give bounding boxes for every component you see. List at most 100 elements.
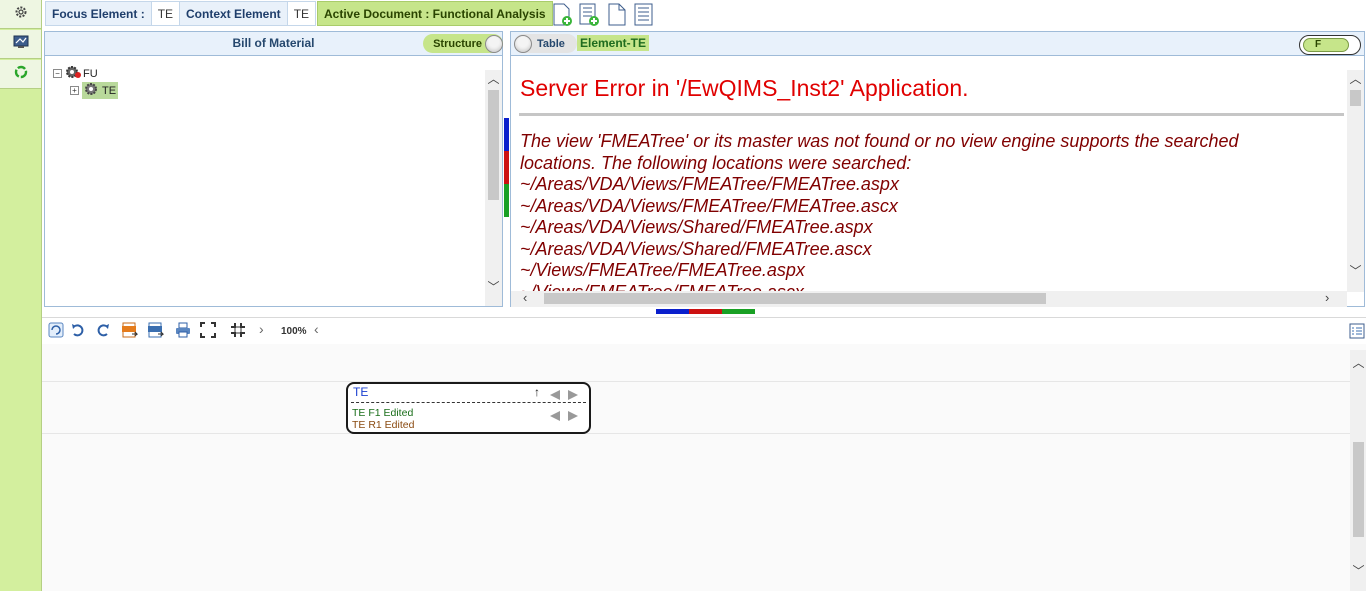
blank-document-button[interactable] [605, 3, 629, 27]
table-toggle-knob [514, 34, 532, 53]
element-label: Element-TE [577, 35, 650, 51]
export-png-button[interactable] [148, 322, 165, 338]
node-divider [351, 402, 586, 403]
collapse-icon[interactable]: − [53, 69, 62, 78]
element-panel: Table Element-TE F Server Error in '/EwQ… [510, 31, 1365, 307]
redo-button[interactable] [95, 322, 111, 338]
hsplitter-strip-green[interactable] [722, 309, 755, 314]
shrink-button[interactable] [230, 322, 246, 338]
lane-divider [42, 433, 1350, 434]
gear-node-icon [65, 65, 81, 82]
scroll-down-icon[interactable]: ﹀ [485, 278, 502, 295]
f-toggle[interactable]: F [1299, 35, 1361, 55]
scroll-thumb[interactable] [1353, 442, 1364, 537]
splitter-strip-red[interactable] [504, 151, 509, 184]
reload-button[interactable] [48, 322, 64, 338]
hsplitter-strip-blue[interactable] [656, 309, 689, 314]
structure-toggle-label: Structure [433, 37, 482, 50]
document-icon [605, 3, 629, 31]
element-header: Table Element-TE F [511, 32, 1364, 56]
list-icon [1349, 323, 1365, 343]
table-toggle[interactable]: Table [514, 34, 577, 53]
tree-node-fu[interactable]: − FU [53, 65, 98, 82]
error-line: locations. The following locations were … [520, 152, 912, 173]
zoom-in-chevron-icon[interactable]: › [259, 321, 264, 337]
up-arrow-icon[interactable]: ↑ [534, 385, 540, 399]
error-divider [519, 113, 1344, 116]
zoom-out-chevron-icon[interactable]: ‹ [314, 321, 319, 337]
collapse-view-icon [230, 323, 246, 342]
scroll-down-icon[interactable]: ﹀ [1350, 562, 1366, 579]
structure-toggle[interactable]: Structure [423, 34, 503, 53]
error-body: The view 'FMEATree' or its master was no… [520, 131, 1347, 291]
bill-of-material-panel: Bill of Material Structure − FU + TE ︿ ﹀ [44, 31, 503, 307]
tree-node-te[interactable]: + TE [70, 82, 119, 99]
element-horizontal-scrollbar[interactable]: ‹ › [511, 290, 1347, 307]
next-function-icon[interactable] [568, 411, 578, 421]
element-vertical-scrollbar[interactable]: ︿ ﹀ [1347, 70, 1364, 292]
prev-function-icon[interactable] [550, 411, 560, 421]
gear-node-icon [84, 82, 100, 99]
selected-node[interactable]: TE [82, 82, 119, 99]
table-toggle-label: Table [537, 37, 565, 50]
monitor-button[interactable] [0, 30, 41, 59]
scroll-up-icon[interactable]: ︿ [1347, 70, 1364, 87]
scroll-left-icon[interactable]: ‹ [523, 290, 527, 305]
diagram-area: › 100% ‹ TE ↑ TE F1 Edited TE R1 Edited … [42, 317, 1366, 591]
error-line: ~/Areas/VDA/Views/Shared/FMEATree.aspx [520, 217, 873, 237]
left-rail [0, 0, 42, 591]
png-export-icon [148, 322, 165, 342]
refresh-cycle-button[interactable] [0, 60, 41, 89]
new-list-button[interactable] [578, 3, 602, 27]
scroll-thumb[interactable] [1350, 90, 1361, 106]
expand-icon [200, 322, 216, 342]
focus-element-label: Focus Element : [52, 6, 145, 21]
legend-button[interactable] [1349, 323, 1365, 339]
list-icon [632, 3, 656, 31]
svg-export-icon [122, 322, 139, 342]
next-arrow-icon[interactable] [568, 390, 578, 400]
bom-vertical-scrollbar[interactable]: ︿ ﹀ [485, 70, 502, 306]
new-document-button[interactable] [551, 3, 575, 27]
scroll-thumb[interactable] [488, 90, 499, 200]
splitter-strip-blue[interactable] [504, 118, 509, 151]
undo-button[interactable] [70, 322, 86, 338]
tree-node-label: FU [83, 67, 98, 80]
splitter-strip-green[interactable] [504, 184, 509, 217]
active-document-chip[interactable]: Active Document : Functional Analysis [317, 1, 553, 26]
context-element-label: Context Element [186, 6, 281, 21]
hsplitter-strip-red[interactable] [689, 309, 722, 314]
monitor-icon [13, 35, 29, 54]
new-document-icon [551, 3, 575, 31]
settings-button[interactable] [0, 0, 41, 29]
diagram-vertical-scrollbar[interactable]: ︿ ﹀ [1350, 350, 1366, 591]
focus-element-chip[interactable]: Focus Element : TE [45, 1, 181, 26]
scroll-down-icon[interactable]: ﹀ [1347, 262, 1364, 279]
document-list-button[interactable] [632, 3, 656, 27]
prev-arrow-icon[interactable] [550, 390, 560, 400]
bom-header: Bill of Material Structure [45, 32, 503, 56]
error-title: Server Error in '/EwQIMS_Inst2' Applicat… [520, 75, 969, 101]
f-toggle-label: F [1303, 38, 1349, 52]
scroll-up-icon[interactable]: ︿ [1350, 354, 1366, 371]
export-svg-button[interactable] [122, 322, 139, 338]
reload-icon [48, 322, 64, 342]
scroll-right-icon[interactable]: › [1325, 290, 1329, 305]
fit-screen-button[interactable] [200, 322, 216, 338]
structure-node-te[interactable]: TE ↑ TE F1 Edited TE R1 Edited [346, 382, 591, 434]
scroll-up-icon[interactable]: ︿ [485, 70, 502, 87]
top-bar: Focus Element : TE Context Element TE Ac… [42, 0, 1366, 30]
print-icon [175, 322, 191, 342]
error-line: The view 'FMEATree' or its master was no… [520, 131, 1239, 151]
node-requirement[interactable]: TE R1 Edited [352, 419, 414, 431]
lane-divider [42, 381, 1350, 382]
add-list-icon [578, 3, 602, 31]
expand-icon[interactable]: + [70, 86, 79, 95]
context-element-chip[interactable]: Context Element TE [179, 1, 317, 26]
undo-icon [70, 324, 86, 342]
error-content: Server Error in '/EwQIMS_Inst2' Applicat… [511, 57, 1347, 291]
scroll-thumb[interactable] [544, 293, 1046, 304]
error-line: ~/Areas/VDA/Views/FMEATree/FMEATree.ascx [520, 195, 898, 216]
node-function[interactable]: TE F1 Edited [352, 407, 413, 419]
print-button[interactable] [175, 322, 191, 338]
